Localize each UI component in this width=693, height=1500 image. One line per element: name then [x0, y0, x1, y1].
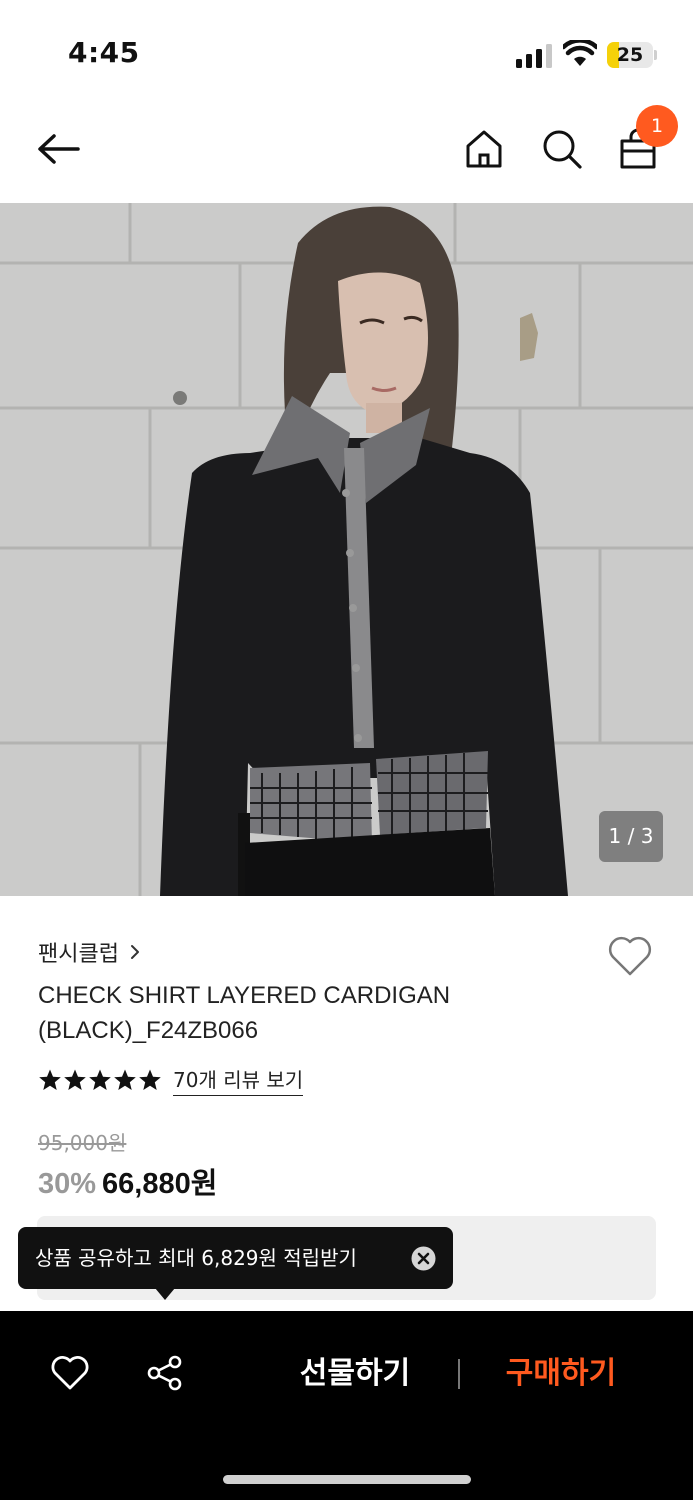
star-icon: [114, 1069, 136, 1090]
like-heart-icon[interactable]: [50, 1355, 90, 1391]
divider: [458, 1359, 460, 1389]
price-row: 30% 66,880원: [38, 1160, 217, 1202]
rating-stars: [38, 1068, 163, 1092]
wishlist-heart-icon[interactable]: [606, 934, 654, 978]
search-icon[interactable]: [540, 127, 584, 171]
image-counter: 1 / 3: [599, 811, 663, 862]
top-nav: 1: [0, 100, 693, 202]
discount-rate: 30%: [38, 1168, 97, 1200]
review-link[interactable]: 70개 리뷰 보기: [173, 1064, 304, 1096]
rating-row: 70개 리뷰 보기: [38, 1064, 304, 1096]
battery-level: 25: [616, 44, 644, 66]
bottom-action-bar: 선물하기 구매하기: [0, 1311, 693, 1500]
cart-count-badge: 1: [636, 105, 678, 147]
sale-price: 66,880원: [102, 1168, 218, 1200]
buy-button[interactable]: 구매하기: [478, 1349, 644, 1399]
star-icon: [139, 1069, 161, 1090]
star-icon: [64, 1069, 86, 1090]
home-indicator[interactable]: [223, 1475, 471, 1484]
home-icon[interactable]: [462, 127, 506, 171]
tooltip-text: 상품 공유하고 최대 6,829원 적립받기: [35, 1246, 357, 1270]
battery-icon: 25: [607, 42, 657, 68]
share-icon[interactable]: [146, 1354, 184, 1392]
status-time: 4:45: [68, 36, 140, 69]
product-title: CHECK SHIRT LAYERED CARDIGAN (BLACK)_F24…: [38, 982, 451, 1044]
brand-link[interactable]: 팬시클럽: [38, 936, 141, 968]
back-arrow-icon[interactable]: [34, 128, 84, 170]
original-price: 95,000원: [38, 1131, 127, 1155]
wifi-icon: [563, 40, 597, 66]
gift-button[interactable]: 선물하기: [270, 1349, 440, 1399]
star-icon: [39, 1069, 61, 1090]
cellular-signal-icon: [516, 42, 552, 68]
status-bar: 4:45 25: [0, 0, 693, 100]
brand-name: 팬시클럽: [38, 942, 119, 967]
close-icon[interactable]: [411, 1246, 436, 1271]
share-reward-tooltip: 상품 공유하고 최대 6,829원 적립받기: [18, 1227, 453, 1289]
tooltip-arrow: [155, 1288, 175, 1300]
product-image[interactable]: [0, 203, 693, 896]
star-icon: [89, 1069, 111, 1090]
product-photo: [0, 203, 693, 896]
chevron-right-icon: [130, 945, 139, 959]
